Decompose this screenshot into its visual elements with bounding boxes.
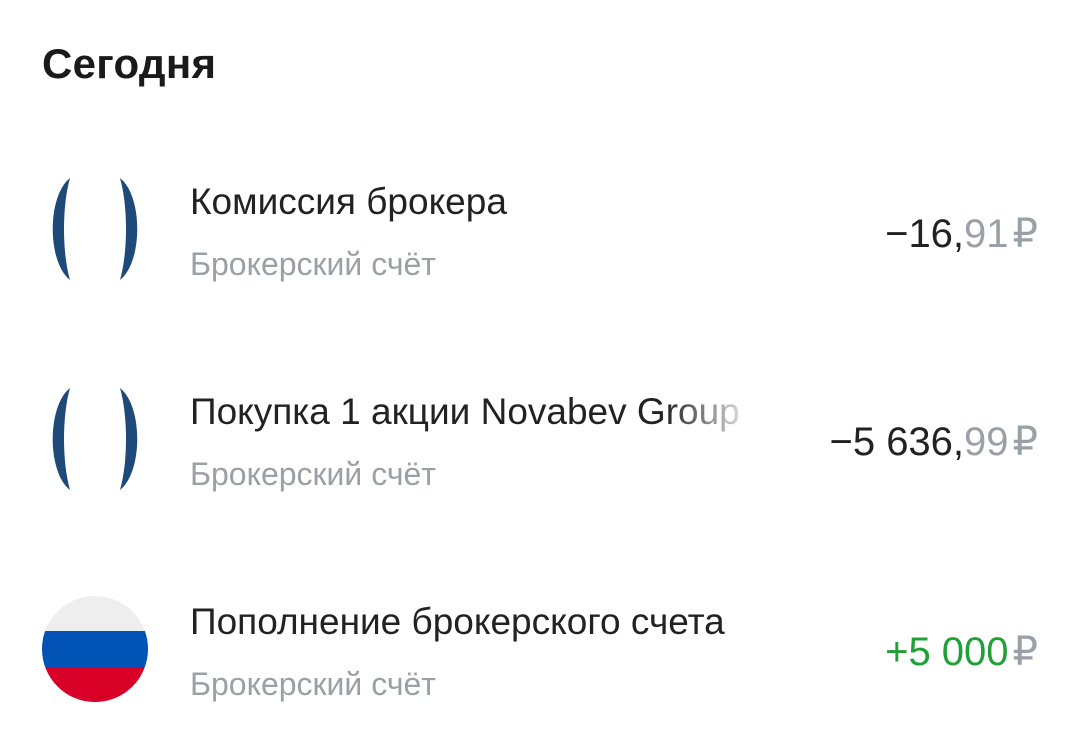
- ruble-sign: ₽: [1012, 212, 1038, 256]
- operation-title: Пополнение брокерского счета: [190, 601, 725, 642]
- ruble-sign: ₽: [1012, 420, 1038, 464]
- operation-amount: −16,91 ₽: [885, 210, 1038, 258]
- operation-amount: +5 000 ₽: [885, 628, 1038, 676]
- amount-integer: −5 636,: [829, 420, 965, 464]
- operation-title: Покупка 1 акции Novabev Group: [190, 391, 740, 432]
- operation-account: Брокерский счёт: [190, 666, 436, 702]
- ruble-sign: ₽: [1012, 630, 1038, 674]
- operation-row-deposit[interactable]: Пополнение брокерского счета Брокерский …: [0, 578, 1080, 718]
- amount-fraction: 91: [964, 212, 1009, 256]
- operation-row-purchase[interactable]: Покупка 1 акции Novabev Group Брокерский…: [0, 368, 1080, 508]
- operation-amount: −5 636,99 ₽: [829, 418, 1038, 466]
- operation-title: Комиссия брокера: [190, 181, 507, 222]
- amount-fraction: 99: [964, 420, 1009, 464]
- operation-account: Брокерский счёт: [190, 456, 436, 492]
- amount-integer: −16,: [885, 212, 965, 256]
- amount-integer: +5 000: [885, 630, 1009, 674]
- operation-row-commission[interactable]: Комиссия брокера Брокерский счёт −16,91 ₽: [0, 158, 1080, 298]
- operation-account: Брокерский счёт: [190, 246, 436, 282]
- broker-logo-icon: [42, 386, 148, 492]
- page-title: Сегодня: [42, 40, 217, 87]
- russian-flag-icon: [42, 596, 148, 702]
- broker-logo-icon: [42, 176, 148, 282]
